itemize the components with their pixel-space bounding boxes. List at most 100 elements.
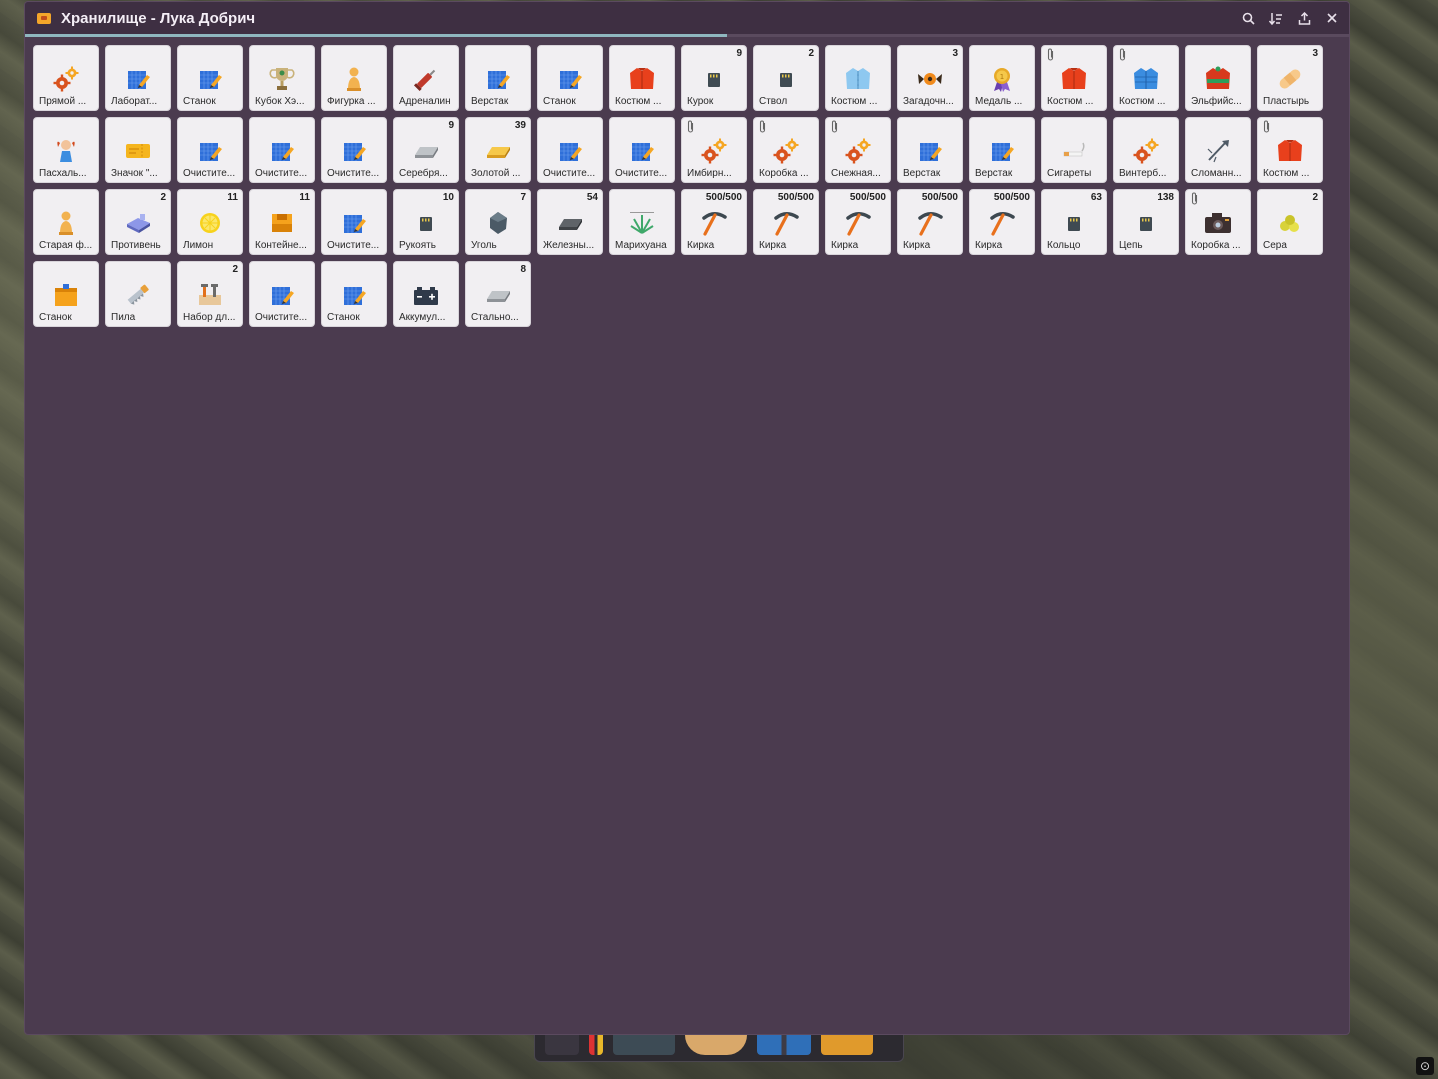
sort-button[interactable] <box>1267 9 1285 27</box>
storage-item[interactable]: Костюм ... <box>1113 45 1179 111</box>
item-label: Костюм ... <box>1047 96 1094 107</box>
paperclip-icon <box>1046 48 1056 62</box>
shirt-icon <box>843 64 873 94</box>
item-label: Имбирн... <box>687 168 732 179</box>
storage-item[interactable]: Костюм ... <box>1257 117 1323 183</box>
item-label: Пасхаль... <box>39 168 87 179</box>
storage-item[interactable]: 3 Пластырь <box>1257 45 1323 111</box>
blueprint-icon <box>339 280 369 310</box>
storage-item[interactable]: Сигареты <box>1041 117 1107 183</box>
storage-item[interactable]: 138 Цепь <box>1113 189 1179 255</box>
storage-item[interactable]: Марихуана <box>609 189 675 255</box>
sort-icon <box>1269 12 1282 25</box>
export-button[interactable] <box>1295 9 1313 27</box>
storage-item[interactable]: Станок <box>321 261 387 327</box>
storage-item[interactable]: 2 Ствол <box>753 45 819 111</box>
search-icon <box>1242 12 1255 25</box>
close-button[interactable] <box>1323 9 1341 27</box>
storage-item[interactable]: 11 Лимон <box>177 189 243 255</box>
search-button[interactable] <box>1239 9 1257 27</box>
storage-item[interactable]: 2 Противень <box>105 189 171 255</box>
storage-item[interactable]: 11 Контейне... <box>249 189 315 255</box>
storage-item[interactable]: 1 Медаль ... <box>969 45 1035 111</box>
storage-item[interactable]: 2 Сера <box>1257 189 1323 255</box>
gears-icon <box>1131 136 1161 166</box>
storage-item[interactable]: Очистите... <box>537 117 603 183</box>
coal-icon <box>483 208 513 238</box>
storage-item[interactable]: Фигурка ... <box>321 45 387 111</box>
storage-item[interactable]: Очистите... <box>249 117 315 183</box>
item-label: Фигурка ... <box>327 96 376 107</box>
item-label: Станок <box>543 96 576 107</box>
item-label: Очистите... <box>183 168 236 179</box>
item-count: 7 <box>520 192 526 203</box>
storage-item[interactable]: Очистите... <box>177 117 243 183</box>
storage-item[interactable]: Очистите... <box>249 261 315 327</box>
storage-item[interactable]: 8 Стально... <box>465 261 531 327</box>
item-count: 138 <box>1157 192 1174 203</box>
storage-item[interactable]: 500/500 Кирка <box>825 189 891 255</box>
storage-item[interactable]: Очистите... <box>609 117 675 183</box>
blueprint-icon <box>339 208 369 238</box>
item-label: Сломанн... <box>1191 168 1242 179</box>
blueprint-icon <box>123 64 153 94</box>
storage-item[interactable]: Станок <box>33 261 99 327</box>
storage-item[interactable]: Кубок Хэ... <box>249 45 315 111</box>
storage-item[interactable]: 39 Золотой ... <box>465 117 531 183</box>
storage-item[interactable]: Коробка ... <box>753 117 819 183</box>
storage-item[interactable]: Костюм ... <box>825 45 891 111</box>
toolkit-icon <box>195 280 225 310</box>
storage-item[interactable]: Очистите... <box>321 189 387 255</box>
storage-item[interactable]: Старая ф... <box>33 189 99 255</box>
item-label: Курок <box>687 96 714 107</box>
storage-item[interactable]: Снежная... <box>825 117 891 183</box>
settings-icon[interactable]: ⊙ <box>1416 1057 1434 1075</box>
storage-item[interactable]: 2 Набор дл... <box>177 261 243 327</box>
storage-item[interactable]: 500/500 Кирка <box>753 189 819 255</box>
storage-item[interactable]: 9 Серебря... <box>393 117 459 183</box>
storage-item[interactable]: Верстак <box>969 117 1035 183</box>
gears-icon <box>51 64 81 94</box>
storage-item[interactable]: 7 Уголь <box>465 189 531 255</box>
tray-icon <box>123 208 153 238</box>
item-label: Снежная... <box>831 168 881 179</box>
gears-icon <box>843 136 873 166</box>
storage-item[interactable]: 10 Рукоять <box>393 189 459 255</box>
item-label: Ствол <box>759 96 788 107</box>
storage-item[interactable]: 500/500 Кирка <box>681 189 747 255</box>
storage-item[interactable]: 9 Курок <box>681 45 747 111</box>
item-count: 54 <box>586 192 598 203</box>
storage-item[interactable]: Лаборат... <box>105 45 171 111</box>
storage-item[interactable]: Верстак <box>897 117 963 183</box>
chip-icon <box>771 64 801 94</box>
item-label: Станок <box>39 312 72 323</box>
storage-item[interactable]: Станок <box>177 45 243 111</box>
storage-item[interactable]: Пила <box>105 261 171 327</box>
storage-item[interactable]: Коробка ... <box>1185 189 1251 255</box>
storage-item[interactable]: Пасхаль... <box>33 117 99 183</box>
storage-item[interactable]: Эльфийс... <box>1185 45 1251 111</box>
storage-item[interactable]: Прямой ... <box>33 45 99 111</box>
storage-item[interactable]: Адреналин <box>393 45 459 111</box>
storage-item[interactable]: 500/500 Кирка <box>897 189 963 255</box>
storage-item[interactable]: Костюм ... <box>609 45 675 111</box>
storage-item[interactable]: Сломанн... <box>1185 117 1251 183</box>
storage-item[interactable]: Аккумул... <box>393 261 459 327</box>
storage-item[interactable]: 54 Железны... <box>537 189 603 255</box>
item-count: 8 <box>520 264 526 275</box>
paperclip-icon <box>1262 120 1272 134</box>
item-label: Противень <box>111 240 161 251</box>
storage-item[interactable]: Костюм ... <box>1041 45 1107 111</box>
storage-item[interactable]: Имбирн... <box>681 117 747 183</box>
storage-item[interactable]: Значок "... <box>105 117 171 183</box>
storage-item[interactable]: Винтерб... <box>1113 117 1179 183</box>
storage-item[interactable]: 500/500 Кирка <box>969 189 1035 255</box>
storage-item[interactable]: Верстак <box>465 45 531 111</box>
battery-icon <box>411 280 441 310</box>
storage-grid: Прямой ... Лаборат... Станок Кубок Хэ... Фиг… <box>33 45 1323 327</box>
storage-item[interactable]: Станок <box>537 45 603 111</box>
storage-item[interactable]: Очистите... <box>321 117 387 183</box>
paperclip-icon <box>1118 48 1128 62</box>
storage-item[interactable]: 3 Загадочн... <box>897 45 963 111</box>
storage-item[interactable]: 63 Кольцо <box>1041 189 1107 255</box>
